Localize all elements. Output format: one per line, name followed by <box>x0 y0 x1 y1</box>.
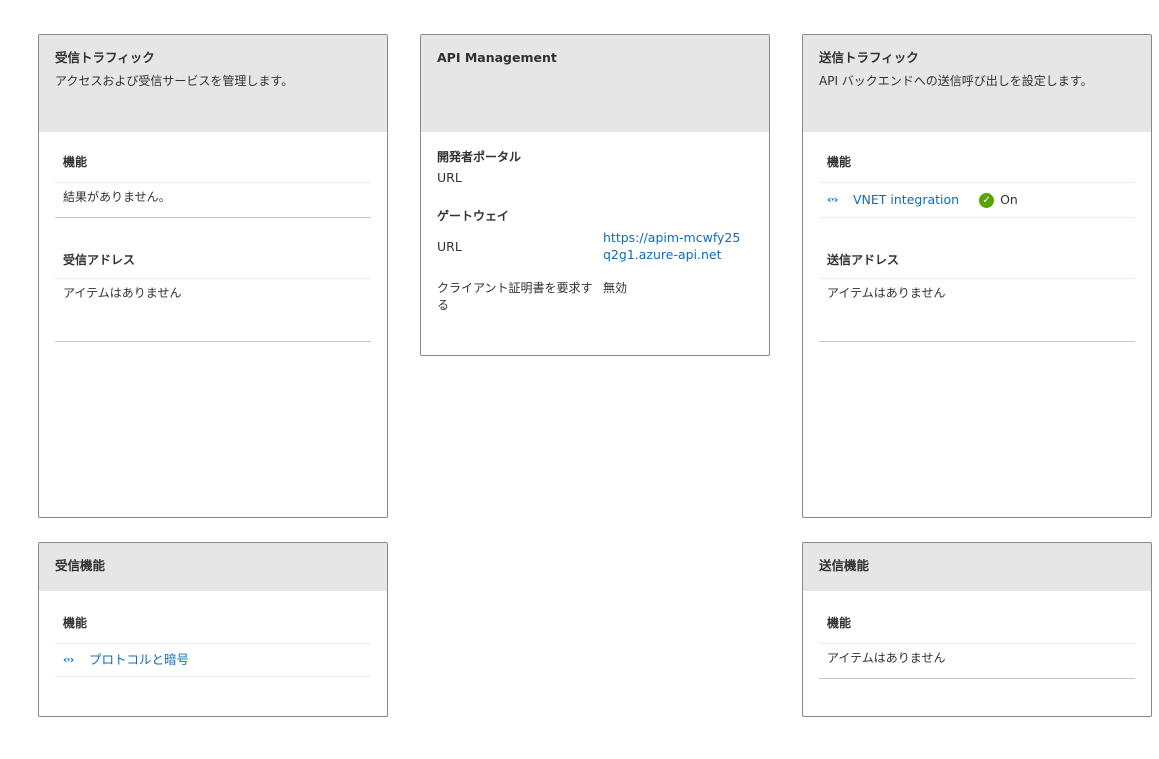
client-cert-label: クライアント証明書を要求する <box>437 281 593 312</box>
card-subtitle: アクセスおよび受信サービスを管理します。 <box>55 74 294 88</box>
features-section-title: 機能 <box>819 603 1135 644</box>
features-empty-text: アイテムはありません <box>819 644 1135 679</box>
gateway-url-link[interactable]: https://apim-mcwfy25q2g1.azure-api.net <box>603 229 743 263</box>
addresses-section-title: 受信アドレス <box>55 240 371 279</box>
client-cert-value: 無効 <box>603 281 628 295</box>
card-header: 受信機能 <box>39 543 387 591</box>
card-subtitle: API バックエンドへの送信呼び出しを設定します。 <box>819 74 1093 88</box>
card-title: 受信トラフィック <box>55 50 155 65</box>
features-section-title: 機能 <box>55 603 371 644</box>
api-management-card: API Management 開発者ポータル URL ゲートウェイ URL ht… <box>420 34 770 356</box>
card-header: 送信トラフィック API バックエンドへの送信呼び出しを設定します。 <box>803 35 1151 132</box>
inbound-features-card: 受信機能 機能 ‹·› プロトコルと暗号 <box>38 542 388 717</box>
vnet-status: On <box>1000 192 1018 207</box>
developer-portal-title: 開発者ポータル <box>437 150 522 164</box>
card-header: 送信機能 <box>803 543 1151 591</box>
protocols-ciphers-link[interactable]: プロトコルと暗号 <box>89 652 189 668</box>
features-section-title: 機能 <box>819 142 1135 183</box>
card-title: 受信機能 <box>55 558 106 573</box>
gateway-title: ゲートウェイ <box>437 209 510 223</box>
check-circle-icon: ✓ <box>979 192 995 208</box>
addresses-empty-text: アイテムはありません <box>819 279 1135 342</box>
features-section-title: 機能 <box>55 142 371 183</box>
card-title: 送信機能 <box>819 558 870 573</box>
features-empty-text: 結果がありません。 <box>55 183 371 218</box>
network-connector-icon: ‹·› <box>827 193 838 206</box>
developer-portal-url-label: URL <box>437 170 462 185</box>
gateway-url-label: URL <box>437 238 462 254</box>
outbound-features-card: 送信機能 機能 アイテムはありません <box>802 542 1152 717</box>
card-header: 受信トラフィック アクセスおよび受信サービスを管理します。 <box>39 35 387 132</box>
inbound-traffic-card: 受信トラフィック アクセスおよび受信サービスを管理します。 機能 結果がありませ… <box>38 34 388 518</box>
addresses-empty-text: アイテムはありません <box>55 279 371 342</box>
outbound-traffic-card: 送信トラフィック API バックエンドへの送信呼び出しを設定します。 機能 ‹·… <box>802 34 1152 518</box>
network-connector-icon: ‹·› <box>63 653 74 666</box>
card-header: API Management <box>421 35 769 132</box>
vnet-integration-link[interactable]: VNET integration <box>853 192 959 208</box>
addresses-section-title: 送信アドレス <box>819 240 1135 279</box>
card-title: API Management <box>437 50 557 65</box>
card-title: 送信トラフィック <box>819 50 919 65</box>
